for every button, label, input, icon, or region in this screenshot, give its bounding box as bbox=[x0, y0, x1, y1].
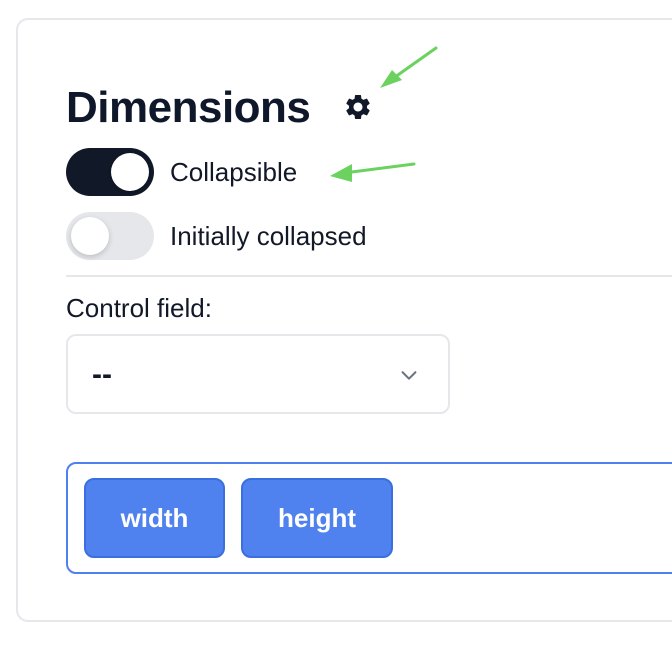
field-chip-width[interactable]: width bbox=[84, 478, 225, 558]
annotation-arrow-icon bbox=[380, 46, 438, 88]
annotation-arrow-icon bbox=[330, 162, 416, 182]
collapsible-toggle[interactable] bbox=[66, 148, 154, 196]
chevron-down-icon bbox=[401, 371, 417, 380]
control-field-label: Control field: bbox=[66, 293, 212, 323]
toggle-knob bbox=[111, 153, 149, 191]
field-chip-height[interactable]: height bbox=[241, 478, 393, 558]
panel-title: Dimensions bbox=[66, 83, 311, 132]
divider bbox=[66, 275, 672, 277]
toggle-knob bbox=[71, 217, 109, 255]
initially-collapsed-toggle[interactable] bbox=[66, 212, 154, 260]
gear-icon[interactable] bbox=[343, 92, 373, 122]
collapsible-label: Collapsible bbox=[170, 157, 298, 187]
control-field-value: -- bbox=[92, 358, 112, 391]
initially-collapsed-label: Initially collapsed bbox=[170, 221, 367, 251]
control-field-select[interactable]: -- bbox=[66, 334, 450, 414]
